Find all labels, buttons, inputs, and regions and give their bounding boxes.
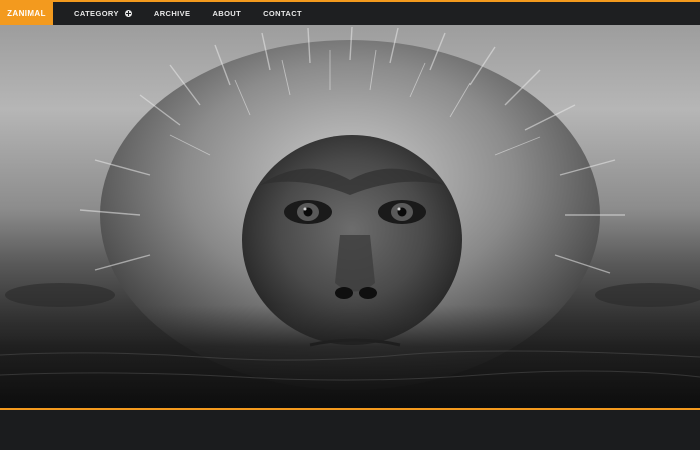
nav-item-category[interactable]: CATEGORY [74,9,132,18]
page: ZANIMAL CATEGORY ARCHIVE ABOUT CONTACT [0,0,700,450]
nav-item-category-label: CATEGORY [74,9,119,18]
nav-item-about[interactable]: ABOUT [212,9,241,18]
footer-area [0,410,700,450]
nav-item-about-label: ABOUT [212,9,242,18]
hero-image [0,25,700,408]
main-navigation: CATEGORY ARCHIVE ABOUT CONTACT [53,2,313,25]
nav-item-contact-label: CONTACT [263,9,303,18]
site-logo[interactable]: ZANIMAL [0,2,53,25]
plus-circle-icon [124,10,132,17]
top-navigation-bar: ZANIMAL CATEGORY ARCHIVE ABOUT CONTACT [0,0,700,25]
nav-item-contact[interactable]: CONTACT [263,9,302,18]
monkey-face-photo [0,26,700,408]
nav-item-archive-label: ARCHIVE [153,9,191,18]
nav-item-archive[interactable]: ARCHIVE [154,9,191,18]
